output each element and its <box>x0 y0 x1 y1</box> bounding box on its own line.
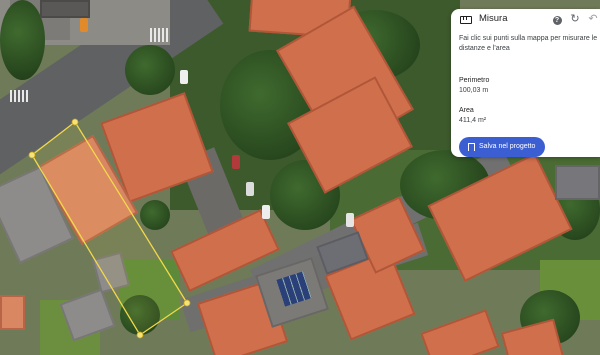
save-to-project-label: Salva nel progetto <box>479 143 536 150</box>
measurement-point[interactable] <box>136 331 144 339</box>
help-icon[interactable]: ? <box>551 13 563 25</box>
area-label: Area <box>459 107 474 114</box>
panel-title: Misura <box>479 13 508 24</box>
measurement-point[interactable] <box>28 151 36 159</box>
undo-icon[interactable]: ↶ <box>587 13 599 25</box>
measure-panel: Misura ? ↻ ↶ Fai clic sui punti sulla ma… <box>451 9 600 157</box>
measure-hint: Fai clic sui punti sulla mappa per misur… <box>459 35 598 52</box>
perimeter-value: 100,03 m <box>459 87 489 94</box>
measure-panel-header: Misura ? ↻ ↶ <box>451 9 600 31</box>
bookmark-icon <box>468 143 475 152</box>
reset-icon[interactable]: ↻ <box>569 13 581 25</box>
measurement-line <box>31 121 188 336</box>
area-value: 411,4 m² <box>459 117 487 124</box>
measurement-point[interactable] <box>183 299 191 307</box>
save-to-project-button[interactable]: Salva nel progetto <box>459 137 545 157</box>
perimeter-label: Perimetro <box>459 77 490 84</box>
ruler-icon <box>460 16 472 24</box>
measurement-point[interactable] <box>71 118 79 126</box>
